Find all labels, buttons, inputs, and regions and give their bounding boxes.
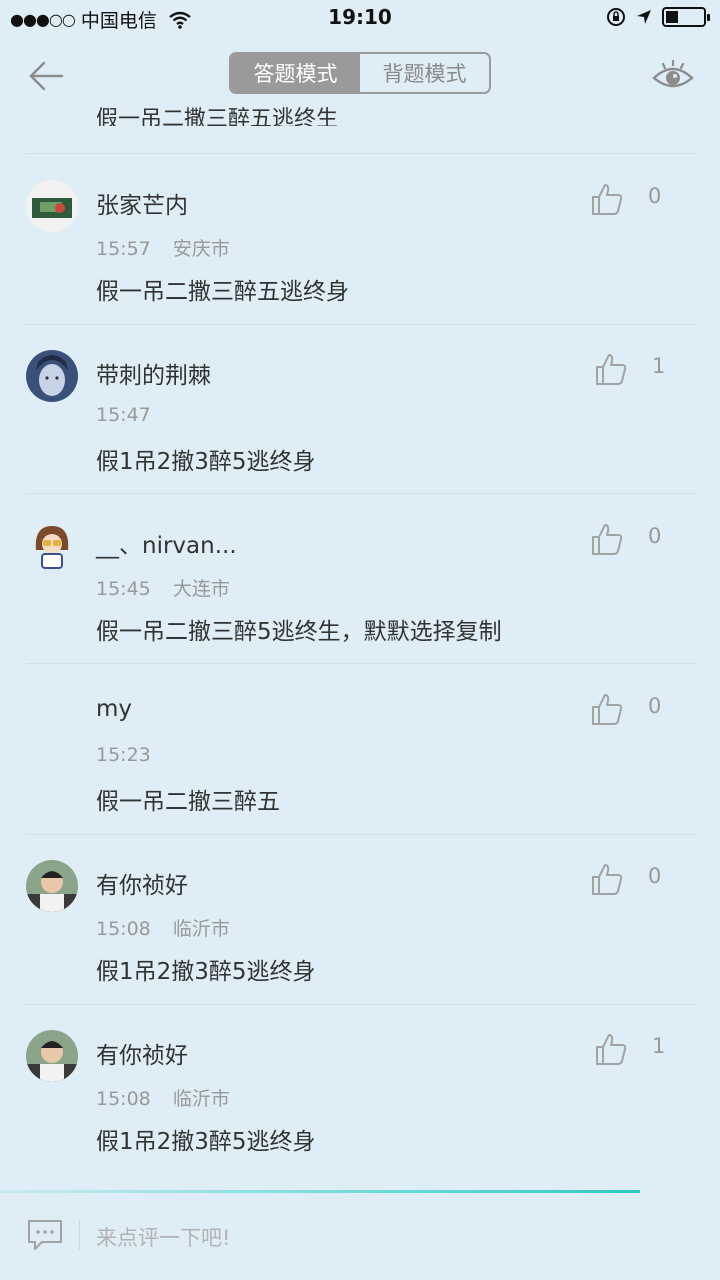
username[interactable]: 有你祯好 [96,1036,188,1070]
like-count: 0 [648,864,662,888]
like-count: 0 [648,184,662,208]
username[interactable]: 张家芒内 [96,186,188,220]
divider [26,1004,696,1005]
thumbs-up-icon[interactable] [590,182,624,216]
comment-text: 假1吊2撤3醉5逃终身 [96,449,316,475]
list-item: __、nirvan... 15:45 大连市 假一吊二撤三醉5逃终生，默默选择复… [0,504,720,674]
comment-input[interactable]: 来点评一下吧! [96,1222,230,1252]
comment-bar: 来点评一下吧! [0,1196,720,1280]
comment-location: 临沂市 [172,1088,230,1110]
comment-text: 假1吊2撤3醉5逃终身 [96,959,316,985]
status-bar: ●●●○○ 中国电信 19:10 [0,0,720,36]
location-arrow-icon [637,10,651,24]
username[interactable]: __、nirvan... [96,526,237,560]
comment-time: 15:23 [96,744,151,766]
comment-time: 15:57 [96,238,151,260]
thumbs-up-icon[interactable] [594,1032,628,1066]
separator [79,1220,80,1250]
divider [26,324,696,325]
avatar-image [26,860,78,912]
comment-time: 15:08 [96,918,151,940]
like-count: 1 [652,1034,666,1058]
username[interactable]: 有你祯好 [96,866,188,900]
thumbs-up-icon[interactable] [590,862,624,896]
list-item: 有你祯好 15:08 临沂市 假1吊2撤3醉5逃终身 1 [0,1014,720,1184]
avatar[interactable] [26,520,78,572]
comment-time: 15:47 [96,404,151,426]
thumbs-up-icon[interactable] [590,522,624,556]
avatar[interactable] [26,350,78,402]
comment-text: 假一吊二撤三醉5逃终生，默默选择复制 [96,619,502,645]
comment-meta: 15:08 临沂市 [96,914,230,941]
avatar[interactable] [26,180,78,232]
accent-line [0,1190,640,1193]
divider [26,834,696,835]
comment-location: 临沂市 [172,918,230,940]
avatar-image [26,520,78,572]
username[interactable]: my [96,696,132,722]
status-right [606,7,710,27]
tab-memorize-mode[interactable]: 背题模式 [360,54,489,92]
avatar-image [26,1030,78,1082]
divider [26,153,696,154]
comment-text: 假1吊2撤3醉5逃终身 [96,1129,316,1155]
list-item: my 15:23 假一吊二撤三醉五 0 [0,674,720,844]
cut-off-comment-text: 假一吊二撒三醉五逃终生 [96,107,339,126]
thumbs-up-icon[interactable] [590,692,624,726]
comment-text: 假一吊二撤三醉五 [96,789,280,815]
comment-meta: 15:47 [96,404,151,426]
comment-location: 大连市 [172,578,230,600]
tab-answer-mode[interactable]: 答题模式 [231,54,360,92]
battery-icon [662,7,710,27]
avatar-image [26,180,78,232]
comment-time: 15:08 [96,1088,151,1110]
avatar[interactable] [26,860,78,912]
comment-time: 15:45 [96,578,151,600]
list-item: 有你祯好 15:08 临沂市 假1吊2撤3醉5逃终身 0 [0,844,720,1014]
comment-meta: 15:08 临沂市 [96,1084,230,1111]
mode-switch: 答题模式 背题模式 [229,52,491,94]
avatar[interactable] [26,1030,78,1082]
like-count: 0 [648,694,662,718]
comment-bubble-icon[interactable] [26,1218,64,1252]
comment-meta: 15:45 大连市 [96,574,230,601]
comment-meta: 15:23 [96,744,151,766]
divider [26,493,696,494]
thumbs-up-icon[interactable] [594,352,628,386]
orientation-lock-icon [607,8,625,26]
divider [26,663,696,664]
back-arrow-icon[interactable] [26,56,66,96]
comment-text: 假一吊二撒三醉五逃终身 [96,279,349,305]
comment-meta: 15:57 安庆市 [96,234,230,261]
avatar-image [26,350,78,402]
list-item: 带刺的荆棘 15:47 假1吊2撤3醉5逃终身 1 [0,334,720,504]
eye-icon[interactable] [652,58,694,94]
comment-location: 安庆市 [172,238,230,260]
username[interactable]: 带刺的荆棘 [96,356,211,390]
list-item: 张家芒内 15:57 安庆市 假一吊二撒三醉五逃终身 0 [0,164,720,334]
like-count: 1 [652,354,666,378]
like-count: 0 [648,524,662,548]
